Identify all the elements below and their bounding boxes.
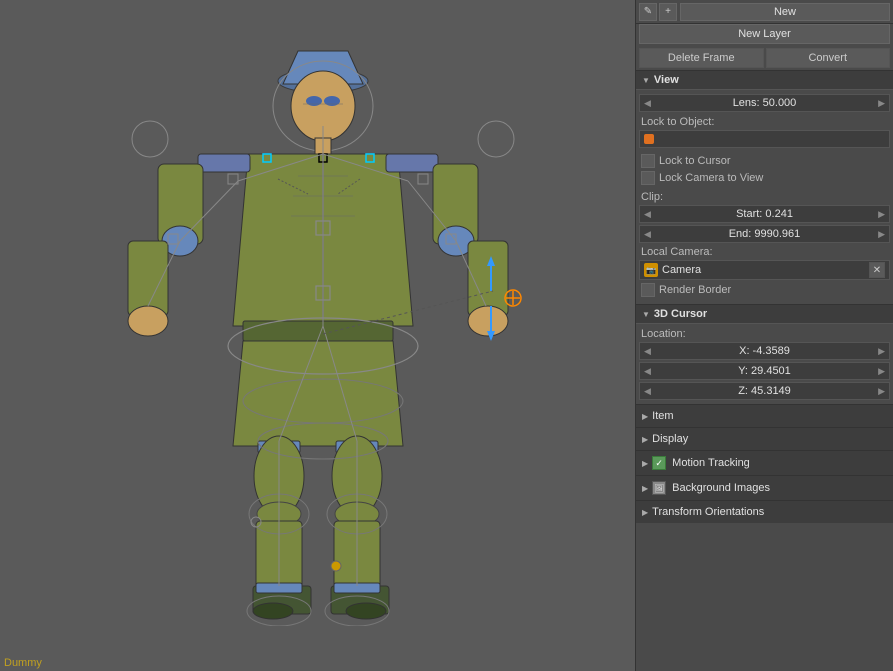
convert-button[interactable]: Convert [766, 48, 891, 68]
cursor-z-right-arrow: ▶ [878, 386, 885, 397]
clip-end-right-arrow: ▶ [878, 229, 885, 240]
display-section-header[interactable]: ▶ Display [636, 428, 893, 450]
view-section-title: View [654, 74, 679, 86]
camera-clear-button[interactable]: ✕ [869, 262, 885, 278]
plus-icon[interactable]: + [659, 3, 677, 21]
background-images-section: ▶ 🖼 Background Images [636, 475, 893, 500]
lock-to-cursor-label: Lock to Cursor [659, 155, 731, 167]
display-arrow-icon: ▶ [642, 435, 648, 444]
local-camera-label: Local Camera: [639, 246, 890, 258]
cursor-y-left-arrow: ◀ [644, 366, 651, 377]
item-section-title: Item [652, 410, 673, 422]
brush-icon[interactable]: ✎ [639, 3, 657, 21]
cursor-y-value: Y: 29.4501 [738, 365, 791, 377]
clip-end-field[interactable]: ◀ End: 9990.961 ▶ [639, 225, 890, 243]
display-section: ▶ Display [636, 427, 893, 450]
lock-to-object-label: Lock to Object: [639, 116, 890, 128]
transform-orientations-title: Transform Orientations [652, 506, 764, 518]
lock-camera-checkbox[interactable] [641, 171, 655, 185]
render-border-checkbox[interactable] [641, 283, 655, 297]
cursor-arrow-icon: ▼ [642, 310, 650, 319]
viewport[interactable]: Dummy [0, 0, 635, 671]
delete-frame-button[interactable]: Delete Frame [639, 48, 764, 68]
view-section-content: ◀ Lens: 50.000 ▶ Lock to Object: Lock to… [636, 90, 893, 304]
clip-end-left-arrow: ◀ [644, 229, 651, 240]
lock-to-object-field[interactable] [639, 130, 890, 148]
lock-to-object-dot [644, 134, 654, 144]
camera-name: Camera [662, 264, 865, 276]
cursor-y-field[interactable]: ◀ Y: 29.4501 ▶ [639, 362, 890, 380]
clip-end-value: End: 9990.961 [729, 228, 801, 240]
cursor-z-field[interactable]: ◀ Z: 45.3149 ▶ [639, 382, 890, 400]
cursor-x-field[interactable]: ◀ X: -4.3589 ▶ [639, 342, 890, 360]
view-arrow-icon: ▼ [642, 76, 650, 85]
lens-value: Lens: 50.000 [733, 97, 797, 109]
top-toolbar: ✎ + New [636, 0, 893, 24]
panel-scroll[interactable]: ▼ View ◀ Lens: 50.000 ▶ Lock to Object: [636, 70, 893, 671]
motion-tracking-arrow-icon: ▶ [642, 459, 648, 468]
new-button[interactable]: New [680, 3, 890, 21]
lock-to-cursor-checkbox[interactable] [641, 154, 655, 168]
motion-tracking-section: ▶ ✓ Motion Tracking [636, 450, 893, 475]
lock-to-cursor-row: Lock to Cursor [639, 154, 890, 168]
motion-tracking-header[interactable]: ▶ ✓ Motion Tracking [636, 451, 893, 475]
view-section: ▼ View ◀ Lens: 50.000 ▶ Lock to Object: [636, 70, 893, 304]
lock-camera-label: Lock Camera to View [659, 172, 763, 184]
toolbar-icon-group: ✎ + [639, 3, 677, 21]
lens-right-arrow: ▶ [878, 98, 885, 109]
right-panel: ✎ + New New Layer Delete Frame Convert ▼… [635, 0, 893, 671]
new-layer-button[interactable]: New Layer [639, 24, 890, 44]
render-border-row: Render Border [639, 283, 890, 297]
render-border-label: Render Border [659, 284, 731, 296]
item-section: ▶ Item [636, 404, 893, 427]
cursor-section-header[interactable]: ▼ 3D Cursor [636, 304, 893, 324]
motion-tracking-title: Motion Tracking [672, 457, 750, 469]
display-section-title: Display [652, 433, 688, 445]
bg-images-icon: 🖼 [652, 481, 666, 495]
cursor-section-title: 3D Cursor [654, 308, 707, 320]
clip-start-left-arrow: ◀ [644, 209, 651, 220]
view-section-header[interactable]: ▼ View [636, 70, 893, 90]
transform-arrow-icon: ▶ [642, 508, 648, 517]
clip-start-field[interactable]: ◀ Start: 0.241 ▶ [639, 205, 890, 223]
camera-icon: 📷 [644, 263, 658, 277]
lock-camera-row: Lock Camera to View [639, 171, 890, 185]
cursor-x-value: X: -4.3589 [739, 345, 790, 357]
character-svg [108, 46, 528, 626]
item-section-header[interactable]: ▶ Item [636, 405, 893, 427]
cursor-x-left-arrow: ◀ [644, 346, 651, 357]
item-arrow-icon: ▶ [642, 412, 648, 421]
clip-start-right-arrow: ▶ [878, 209, 885, 220]
clip-label: Clip: [639, 191, 890, 203]
delete-convert-row: Delete Frame Convert [639, 48, 890, 68]
bottom-label-text: Dummy [4, 657, 42, 669]
cursor-y-right-arrow: ▶ [878, 366, 885, 377]
cursor-z-left-arrow: ◀ [644, 386, 651, 397]
local-camera-field[interactable]: 📷 Camera ✕ [639, 260, 890, 280]
lens-left-arrow: ◀ [644, 98, 651, 109]
bottom-label: Dummy [4, 657, 42, 669]
cursor-z-value: Z: 45.3149 [738, 385, 791, 397]
lens-field[interactable]: ◀ Lens: 50.000 ▶ [639, 94, 890, 112]
cursor-section-content: Location: ◀ X: -4.3589 ▶ ◀ Y: 29.4501 ▶ … [636, 324, 893, 404]
background-images-title: Background Images [672, 482, 770, 494]
transform-orientations-header[interactable]: ▶ Transform Orientations [636, 501, 893, 523]
character-view [0, 0, 635, 671]
transform-orientations-section: ▶ Transform Orientations [636, 500, 893, 523]
cursor-section: ▼ 3D Cursor Location: ◀ X: -4.3589 ▶ ◀ Y… [636, 304, 893, 404]
cursor-x-right-arrow: ▶ [878, 346, 885, 357]
location-label: Location: [639, 328, 890, 340]
bg-images-arrow-icon: ▶ [642, 484, 648, 493]
background-images-header[interactable]: ▶ 🖼 Background Images [636, 476, 893, 500]
motion-tracking-check-icon: ✓ [652, 456, 666, 470]
clip-start-value: Start: 0.241 [736, 208, 793, 220]
